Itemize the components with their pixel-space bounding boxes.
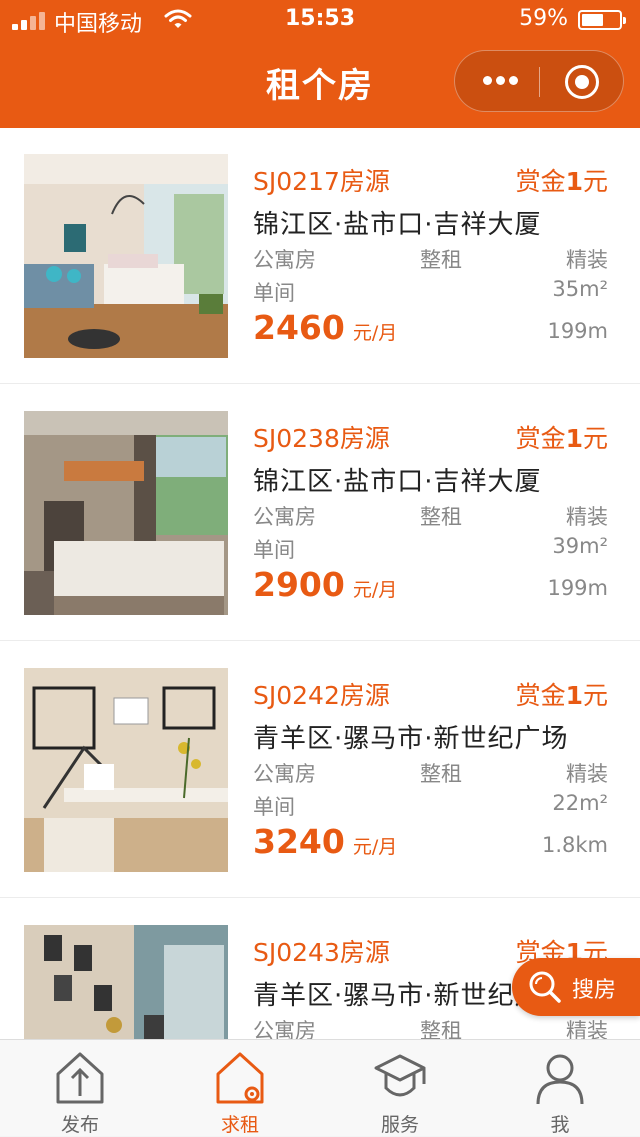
decoration: 精装 xyxy=(566,1019,608,1039)
search-button-label: 搜房 xyxy=(572,978,617,1003)
top-bar: 中国移动 15:53 59% 租个房 xyxy=(0,0,640,128)
property-type: 公寓房 xyxy=(253,1019,316,1039)
price: 2900 元/月 xyxy=(253,565,398,604)
listing-code: SJ0238房源 xyxy=(253,424,390,453)
tab-label: 我 xyxy=(550,1114,570,1136)
listing-code: SJ0242房源 xyxy=(253,681,390,710)
property-type: 公寓房 xyxy=(253,505,316,529)
listing-card[interactable]: SJ0242房源 赏金1元 青羊区·骡马市·新世纪广场 公寓房 整租 精装 单间… xyxy=(0,642,640,898)
listing-list[interactable]: SJ0217房源 赏金1元 锦江区·盐市口·吉祥大厦 公寓房 整租 精装 单间 … xyxy=(0,128,640,1039)
search-icon xyxy=(529,971,561,1003)
listing-card[interactable]: SJ0238房源 赏金1元 锦江区·盐市口·吉祥大厦 公寓房 整租 精装 单间 … xyxy=(0,385,640,641)
listing-photo[interactable] xyxy=(24,925,228,1039)
tab-publish[interactable]: 发布 xyxy=(0,1040,160,1137)
listing-photo[interactable] xyxy=(24,668,228,872)
distance: 199m xyxy=(547,576,608,600)
room-type: 单间 xyxy=(253,795,295,819)
area: 35m² xyxy=(552,277,608,301)
room-type: 单间 xyxy=(253,538,295,562)
listing-address: 锦江区·盐市口·吉祥大厦 xyxy=(253,467,542,497)
distance: 199m xyxy=(547,319,608,343)
reward-label: 赏金1元 xyxy=(515,424,608,453)
battery-percent: 59% xyxy=(519,6,568,31)
decoration: 精装 xyxy=(566,248,608,272)
reward-label: 赏金1元 xyxy=(515,167,608,196)
area: 39m² xyxy=(552,534,608,558)
more-dots-icon[interactable] xyxy=(483,76,519,86)
property-type: 公寓房 xyxy=(253,762,316,786)
price: 3240 元/月 xyxy=(253,822,398,861)
distance: 1.8km xyxy=(541,833,608,857)
listing-address: 锦江区·盐市口·吉祥大厦 xyxy=(253,210,542,240)
listing-address: 青羊区·骡马市·新世纪广场 xyxy=(253,724,569,754)
tab-label: 求租 xyxy=(220,1114,259,1136)
decoration: 精装 xyxy=(566,505,608,529)
room-type: 单间 xyxy=(253,281,295,305)
user-icon xyxy=(536,1054,584,1105)
battery-icon xyxy=(578,10,626,30)
tab-bar: 发布 求租 服务 我 xyxy=(0,1039,640,1136)
tab-me[interactable]: 我 xyxy=(480,1040,640,1137)
publish-house-icon xyxy=(56,1052,104,1104)
rent-mode: 整租 xyxy=(420,505,462,529)
mini-program-capsule xyxy=(454,50,624,112)
rent-mode: 整租 xyxy=(420,762,462,786)
house-gear-icon xyxy=(216,1052,264,1104)
target-close-icon[interactable] xyxy=(565,65,599,99)
decoration: 精装 xyxy=(566,762,608,786)
area: 22m² xyxy=(552,791,608,815)
reward-label: 赏金1元 xyxy=(515,681,608,710)
listing-code: SJ0243房源 xyxy=(253,938,390,967)
rent-mode: 整租 xyxy=(420,248,462,272)
tab-label: 发布 xyxy=(60,1114,99,1136)
status-bar: 中国移动 15:53 59% xyxy=(0,0,640,40)
graduation-cap-icon xyxy=(374,1054,426,1097)
listing-photo[interactable] xyxy=(24,411,228,615)
property-type: 公寓房 xyxy=(253,248,316,272)
tab-label: 服务 xyxy=(380,1114,419,1136)
listing-code: SJ0217房源 xyxy=(253,167,390,196)
tab-rent-request[interactable]: 求租 xyxy=(160,1040,320,1137)
listing-photo[interactable] xyxy=(24,154,228,358)
rent-mode: 整租 xyxy=(420,1019,462,1039)
tab-service[interactable]: 服务 xyxy=(320,1040,480,1137)
search-house-button[interactable]: 搜房 xyxy=(512,958,640,1016)
price: 2460 元/月 xyxy=(253,308,398,347)
listing-card[interactable]: SJ0217房源 赏金1元 锦江区·盐市口·吉祥大厦 公寓房 整租 精装 单间 … xyxy=(0,128,640,384)
capsule-divider xyxy=(539,67,540,97)
